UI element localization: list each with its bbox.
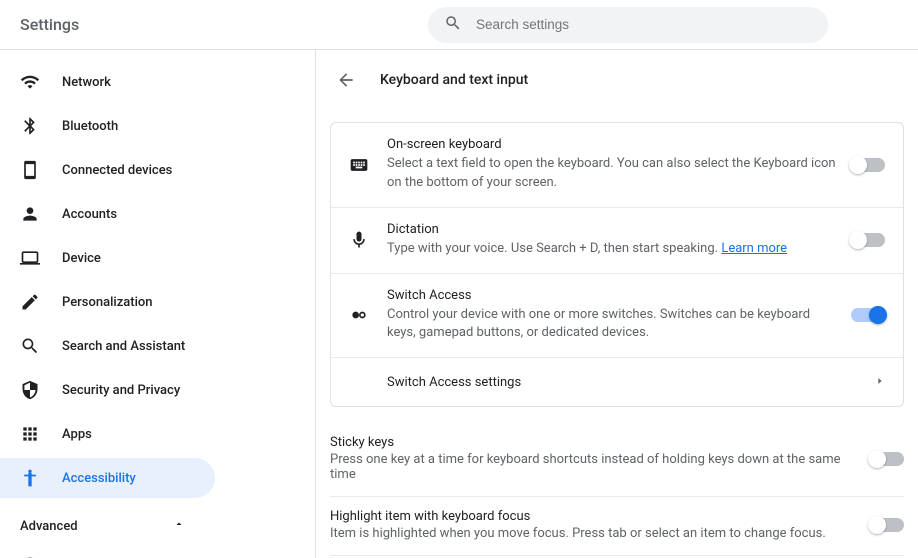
switch-access-row: Switch Access Control your device with o… bbox=[331, 274, 903, 359]
sidebar-item-search-assistant[interactable]: Search and Assistant bbox=[0, 326, 215, 366]
back-button[interactable] bbox=[334, 68, 358, 92]
row-sub: Type with your voice. Use Search + D, th… bbox=[387, 240, 837, 259]
accessibility-icon bbox=[20, 468, 40, 488]
chevron-up-icon bbox=[173, 518, 185, 534]
laptop-icon bbox=[20, 248, 40, 268]
advanced-toggle[interactable]: Advanced bbox=[0, 506, 205, 546]
sidebar-item-device[interactable]: Device bbox=[0, 238, 215, 278]
row-title: Highlight item with keyboard focus bbox=[330, 509, 856, 524]
bluetooth-icon bbox=[20, 116, 40, 136]
sidebar-item-label: Search and Assistant bbox=[62, 339, 185, 354]
sidebar-item-label: Bluetooth bbox=[62, 119, 118, 134]
sticky-keys-row: Sticky keys Press one key at a time for … bbox=[330, 423, 904, 497]
sidebar-item-bluetooth[interactable]: Bluetooth bbox=[0, 106, 215, 146]
dictation-toggle[interactable] bbox=[851, 233, 885, 247]
row-sub: Control your device with one or more swi… bbox=[387, 306, 837, 344]
keyboard-icon bbox=[349, 155, 369, 175]
sidebar-item-apps[interactable]: Apps bbox=[0, 414, 215, 454]
sidebar-item-date-time[interactable]: Date and time bbox=[0, 546, 215, 558]
row-title: Switch Access bbox=[387, 288, 837, 303]
row-title: Dictation bbox=[387, 222, 837, 237]
row-title: Switch Access settings bbox=[387, 375, 861, 390]
search-icon bbox=[20, 336, 40, 356]
switch-access-toggle[interactable] bbox=[851, 308, 885, 322]
sidebar: Network Bluetooth Connected devices Acco… bbox=[0, 50, 315, 558]
sidebar-item-label: Apps bbox=[62, 427, 92, 442]
main-panel: Keyboard and text input On-screen keyboa… bbox=[315, 50, 918, 558]
keyboard-card: On-screen keyboard Select a text field t… bbox=[330, 122, 904, 407]
chevron-right-icon bbox=[875, 374, 885, 390]
search-box[interactable] bbox=[428, 7, 828, 43]
switch-access-settings-row[interactable]: Switch Access settings bbox=[331, 358, 903, 406]
wifi-icon bbox=[20, 72, 40, 92]
sticky-keys-toggle[interactable] bbox=[870, 452, 904, 466]
sidebar-item-label: Accessibility bbox=[62, 471, 136, 486]
sidebar-item-label: Device bbox=[62, 251, 101, 266]
sidebar-item-network[interactable]: Network bbox=[0, 62, 215, 102]
sidebar-item-personalization[interactable]: Personalization bbox=[0, 282, 215, 322]
row-sub: Item is highlighted when you move focus.… bbox=[330, 526, 856, 541]
onscreen-keyboard-toggle[interactable] bbox=[851, 158, 885, 172]
apps-icon bbox=[20, 424, 40, 444]
sidebar-item-label: Security and Privacy bbox=[62, 383, 180, 398]
advanced-label: Advanced bbox=[20, 519, 78, 534]
sidebar-item-connected-devices[interactable]: Connected devices bbox=[0, 150, 215, 190]
search-icon bbox=[444, 14, 462, 36]
mic-icon bbox=[349, 230, 369, 250]
app-title: Settings bbox=[20, 15, 79, 34]
edit-icon bbox=[20, 292, 40, 312]
sidebar-item-label: Connected devices bbox=[62, 163, 172, 178]
onscreen-keyboard-row: On-screen keyboard Select a text field t… bbox=[331, 123, 903, 208]
row-sub: Press one key at a time for keyboard sho… bbox=[330, 452, 856, 482]
learn-more-link[interactable]: Learn more bbox=[721, 241, 787, 256]
phone-icon bbox=[20, 160, 40, 180]
row-title: On-screen keyboard bbox=[387, 137, 837, 152]
highlight-focus-row: Highlight item with keyboard focus Item … bbox=[330, 497, 904, 556]
shield-icon bbox=[20, 380, 40, 400]
highlight-focus-toggle[interactable] bbox=[870, 518, 904, 532]
dictation-row: Dictation Type with your voice. Use Sear… bbox=[331, 208, 903, 274]
sidebar-item-accounts[interactable]: Accounts bbox=[0, 194, 215, 234]
header: Settings bbox=[0, 0, 918, 50]
search-input[interactable] bbox=[476, 17, 812, 32]
sidebar-item-label: Accounts bbox=[62, 207, 117, 222]
page-title: Keyboard and text input bbox=[380, 72, 528, 88]
switch-access-icon bbox=[349, 305, 369, 325]
sidebar-item-label: Network bbox=[62, 75, 111, 90]
sidebar-item-label: Personalization bbox=[62, 295, 153, 310]
row-title: Sticky keys bbox=[330, 435, 856, 450]
row-sub: Select a text field to open the keyboard… bbox=[387, 155, 837, 193]
sidebar-item-accessibility[interactable]: Accessibility bbox=[0, 458, 215, 498]
person-icon bbox=[20, 204, 40, 224]
sidebar-item-security-privacy[interactable]: Security and Privacy bbox=[0, 370, 215, 410]
